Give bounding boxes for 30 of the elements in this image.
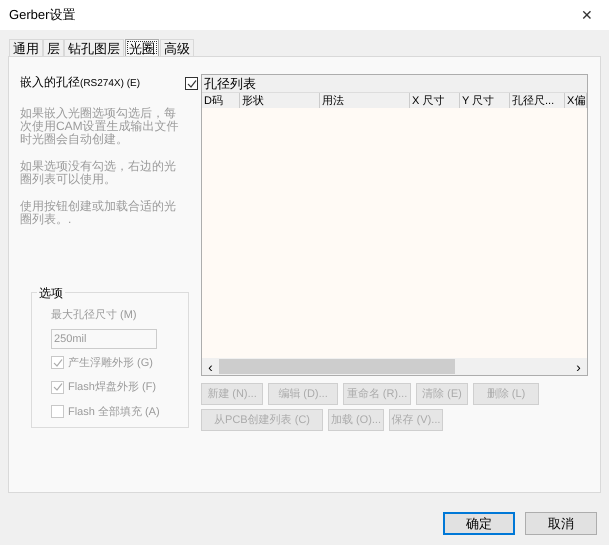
checkbox-label: Flash焊盘外形 (F): [68, 380, 156, 395]
column-header[interactable]: Y 尺寸: [460, 93, 510, 108]
column-header[interactable]: 用法: [320, 93, 410, 108]
close-button[interactable]: ✕: [581, 4, 593, 26]
tab[interactable]: 钻孔图层: [64, 39, 124, 56]
tab[interactable]: 通用: [9, 39, 43, 56]
scroll-thumb[interactable]: [219, 359, 455, 374]
column-header[interactable]: D码: [202, 93, 240, 108]
list-title: 孔径列表: [202, 75, 587, 92]
field-label: 最大孔径尺寸 (M): [51, 308, 138, 323]
checkbox-label: 产生浮雕外形 (G): [68, 356, 153, 370]
window-title: Gerber设置: [9, 6, 76, 24]
help-text: 如果选项没有勾选，右边的光圈列表可以使用。: [20, 160, 177, 186]
tab[interactable]: 高级: [160, 39, 194, 56]
checkbox[interactable]: [185, 77, 198, 90]
cancel-button[interactable]: 取消: [525, 512, 597, 535]
scroll-right-button[interactable]: ›: [570, 360, 587, 374]
scroll-left-button[interactable]: ‹: [202, 360, 219, 374]
embed-label: 嵌入的孔径(RS274X) (E): [20, 74, 142, 91]
ok-button[interactable]: 确定: [443, 512, 515, 535]
checkbox-label: Flash 全部填充 (A): [68, 404, 160, 420]
group-title: 选项: [37, 284, 65, 302]
column-header[interactable]: 孔径尺...: [510, 93, 565, 108]
column-header[interactable]: X偏: [565, 93, 587, 108]
tab[interactable]: 层: [43, 39, 64, 56]
column-header[interactable]: X 尺寸: [410, 93, 460, 108]
help-text: 如果嵌入光圈选项勾选后，每次使用CAM设置生成输出文件时光圈会自动创建。: [20, 107, 180, 146]
column-header[interactable]: 形状: [240, 93, 320, 108]
horizontal-scrollbar[interactable]: ‹ ›: [202, 358, 587, 375]
help-text: 使用按钮创建或加载合适的光圈列表。.: [20, 200, 177, 226]
